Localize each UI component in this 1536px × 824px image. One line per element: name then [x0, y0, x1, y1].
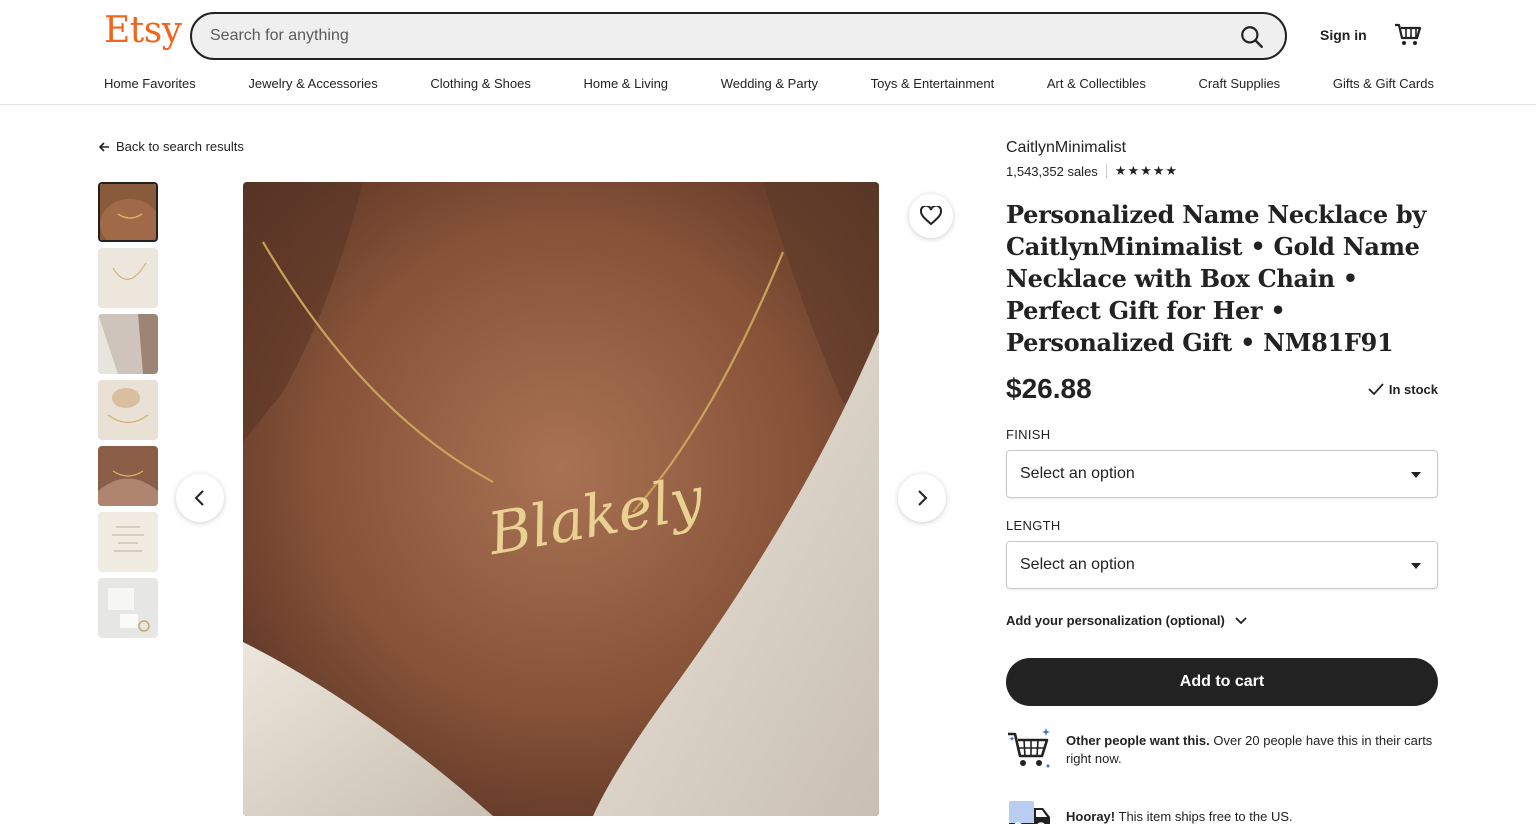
shopping-cart-icon [1008, 728, 1050, 768]
finish-label: FINISH [1006, 427, 1051, 442]
category-gifts-gift-cards[interactable]: Gifts & Gift Cards [1333, 76, 1434, 91]
thumbnail-3[interactable] [98, 314, 158, 374]
category-wedding-party[interactable]: Wedding & Party [721, 76, 818, 91]
stock-status: In stock [1368, 382, 1438, 397]
sales-count: 1,543,352 sales [1006, 163, 1098, 179]
thumbnail-6[interactable] [98, 512, 158, 572]
search-bar[interactable] [190, 12, 1287, 60]
length-select[interactable]: Select an option [1006, 541, 1438, 589]
heart-icon [920, 206, 942, 226]
thumbnail-2[interactable] [98, 248, 158, 308]
price-row: $26.88 In stock [1006, 373, 1438, 405]
star-icon: ★ [1114, 163, 1128, 178]
personalization-toggle[interactable]: Add your personalization (optional) [1006, 613, 1438, 628]
favorite-button[interactable] [909, 194, 953, 238]
length-label: LENGTH [1006, 518, 1061, 533]
star-icon: ★ [1165, 163, 1179, 178]
listing-details: CaitlynMinimalist 1,543,352 sales ★★★★★ … [1006, 139, 1438, 824]
next-image-button[interactable] [898, 474, 946, 522]
star-icon: ★ [1127, 163, 1141, 178]
category-clothing-shoes[interactable]: Clothing & Shoes [430, 76, 530, 91]
back-link-label: Back to search results [116, 139, 244, 154]
thumbnail-1[interactable] [98, 182, 158, 242]
search-input[interactable] [210, 24, 1190, 48]
arrow-left-icon [98, 141, 109, 152]
length-select-value: Select an option [1020, 556, 1135, 573]
chevron-right-icon [918, 490, 928, 506]
chevron-left-icon [194, 490, 204, 506]
shipping-text: Hooray! This item ships free to the US. [1066, 808, 1438, 824]
demand-text: Other people want this. Over 20 people h… [1066, 726, 1438, 768]
shipping-bold: Hooray! [1066, 809, 1116, 824]
personalization-label: Add your personalization (optional) [1006, 613, 1225, 628]
thumbnail-4[interactable] [98, 380, 158, 440]
category-craft-supplies[interactable]: Craft Supplies [1199, 76, 1281, 91]
listing-title: Personalized Name Necklace by CaitlynMin… [1006, 200, 1426, 357]
demand-notice: Other people want this. Over 20 people h… [1006, 726, 1438, 772]
shipping-detail: This item ships free to the US. [1115, 809, 1293, 824]
stock-label: In stock [1388, 381, 1438, 397]
caret-down-icon [1411, 563, 1421, 569]
category-art-collectibles[interactable]: Art & Collectibles [1047, 76, 1146, 91]
category-nav: Home Favorites Jewelry & Accessories Clo… [104, 76, 1434, 91]
cart-icon[interactable] [1394, 22, 1422, 48]
chevron-down-icon [1235, 616, 1247, 624]
shipping-notice: Hooray! This item ships free to the US. [1006, 794, 1438, 824]
delivery-truck-icon [1009, 801, 1050, 824]
finish-select-value: Select an option [1020, 465, 1135, 482]
check-icon [1368, 383, 1384, 396]
category-toys-entertainment[interactable]: Toys & Entertainment [871, 76, 995, 91]
product-main-image: Blakely [243, 182, 879, 816]
price: $26.88 [1006, 373, 1092, 404]
category-home-favorites[interactable]: Home Favorites [104, 76, 196, 91]
shop-stats: 1,543,352 sales ★★★★★ [1006, 163, 1438, 179]
thumbnail-7[interactable] [98, 578, 158, 638]
star-rating[interactable]: ★★★★★ [1115, 163, 1178, 179]
thumbnail-5[interactable] [98, 446, 158, 506]
star-icon: ★ [1152, 163, 1166, 178]
etsy-logo[interactable]: Etsy [104, 10, 182, 51]
back-to-results-link[interactable]: Back to search results [98, 139, 244, 154]
previous-image-button[interactable] [176, 474, 224, 522]
add-to-cart-button[interactable]: Add to cart [1006, 658, 1438, 706]
category-home-living[interactable]: Home & Living [584, 76, 669, 91]
thumbnail-strip [98, 182, 158, 644]
finish-select[interactable]: Select an option [1006, 450, 1438, 498]
divider [1105, 164, 1107, 178]
site-header: Etsy Sign in Home Favorites Jewelry & Ac… [0, 0, 1536, 105]
category-jewelry-accessories[interactable]: Jewelry & Accessories [248, 76, 377, 91]
demand-bold: Other people want this. [1066, 733, 1210, 748]
caret-down-icon [1411, 472, 1421, 478]
star-icon: ★ [1140, 163, 1153, 178]
search-icon[interactable] [1239, 24, 1265, 50]
shop-name-link[interactable]: CaitlynMinimalist [1006, 139, 1438, 157]
sign-in-link[interactable]: Sign in [1320, 27, 1367, 43]
